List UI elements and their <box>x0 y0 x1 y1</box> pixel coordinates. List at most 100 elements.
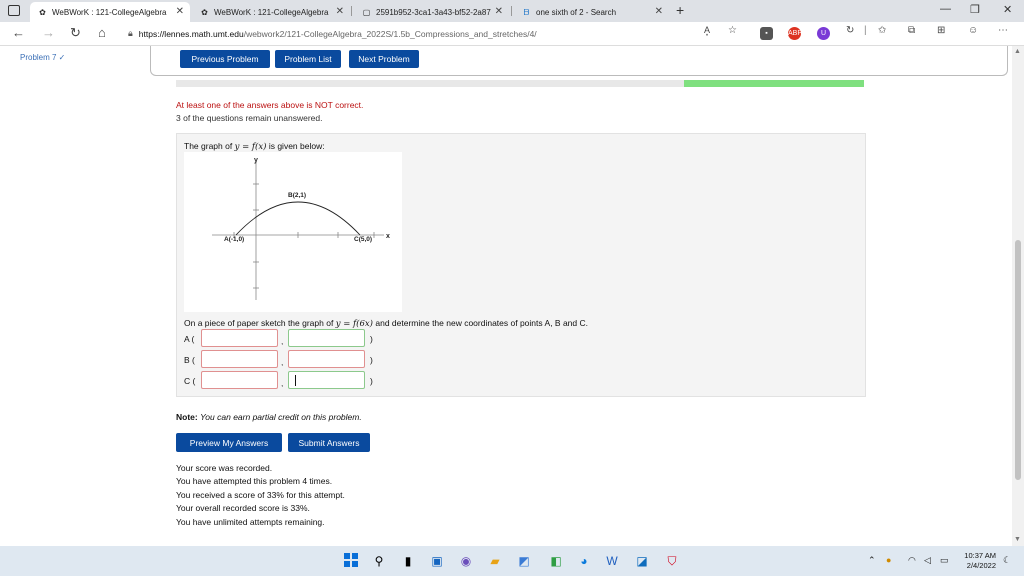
minimize-icon[interactable]: — <box>940 3 951 15</box>
wifi-icon[interactable]: ◠ <box>908 555 916 566</box>
outlook-icon[interactable]: ◪ <box>634 553 650 569</box>
x-axis-label: x <box>386 233 390 240</box>
tab-close-icon[interactable]: ✕ <box>495 6 503 17</box>
parabola-curve <box>235 201 361 236</box>
extension-u-icon[interactable]: U <box>817 27 830 40</box>
row-a-comma: , <box>281 336 284 346</box>
home-icon[interactable]: ⌂ <box>98 25 106 40</box>
score-line: You have attempted this problem 4 times. <box>176 476 333 486</box>
tab-bing-search[interactable]: ᗷ one sixth of 2 - Search ✕ <box>514 2 669 22</box>
adblock-plus-icon[interactable]: ABP <box>788 27 802 40</box>
search-icon[interactable]: ⚲ <box>371 553 387 569</box>
submit-answers-button[interactable]: Submit Answers <box>288 433 370 452</box>
instruction-math: y = f(6x) <box>335 319 373 329</box>
extensions-icon[interactable]: ⊞ <box>937 25 945 36</box>
answer-c-x-input[interactable] <box>201 371 278 389</box>
clock-date: 2/4/2022 <box>966 561 996 570</box>
widgets-icon[interactable]: ▣ <box>429 553 445 569</box>
row-c-close: ) <box>370 376 373 386</box>
window-close-icon[interactable]: ✕ <box>1003 3 1012 16</box>
intro-math: y = f(x) <box>234 142 267 152</box>
answer-a-y-input[interactable] <box>288 329 365 347</box>
page-scrollbar[interactable]: ▲ ▼ <box>1012 46 1024 546</box>
score-line: You received a score of 33% for this att… <box>176 490 345 500</box>
task-view-icon[interactable]: ▮ <box>400 553 416 569</box>
scrollbar-thumb[interactable] <box>1015 240 1021 480</box>
previous-problem-button[interactable]: Previous Problem <box>180 50 270 68</box>
y-axis-label: y <box>254 157 258 164</box>
window-menu-icon[interactable] <box>8 5 20 16</box>
app-icon[interactable]: ◧ <box>548 553 564 569</box>
forward-icon[interactable]: → <box>42 25 55 40</box>
results-table-strip <box>176 80 684 87</box>
answer-c-y-input[interactable] <box>288 371 365 389</box>
point-a-label: A(-1,0) <box>224 236 244 243</box>
bing-favicon-icon: ᗷ <box>523 7 530 17</box>
page-content: Problem 7 ✓ Previous Problem Problem Lis… <box>0 46 1012 546</box>
problem-body: The graph of y = f(x) is given below: y <box>176 133 866 397</box>
tab-close-icon[interactable]: ✕ <box>336 6 344 17</box>
row-a-label: A ( <box>184 334 195 344</box>
toolbar-divider: | <box>864 25 867 36</box>
back-icon[interactable]: ← <box>12 25 25 40</box>
row-a-close: ) <box>370 334 373 344</box>
refresh-extension-icon[interactable]: ↻ <box>846 25 854 36</box>
tray-app-icon[interactable]: ● <box>886 555 891 565</box>
score-line: Your overall recorded score is 33%. <box>176 503 310 513</box>
problem-list-button[interactable]: Problem List <box>275 50 341 68</box>
answer-b-y-input[interactable] <box>288 350 365 368</box>
next-problem-button[interactable]: Next Problem <box>349 50 419 68</box>
edge-browser-icon[interactable]: ◕ <box>576 553 592 569</box>
address-bar[interactable]: 🔒︎ https://lennes.math.umt.edu/webwork2/… <box>128 24 746 43</box>
collections-icon[interactable]: ⧉ <box>908 25 915 36</box>
file-explorer-icon[interactable]: ▰ <box>487 553 503 569</box>
tab-separator <box>511 6 512 16</box>
new-tab-icon[interactable]: + <box>676 2 684 18</box>
tab-title: one sixth of 2 - Search <box>536 7 617 17</box>
taskbar-clock[interactable]: 10:37 AM 2/4/2022 <box>960 551 996 571</box>
mcafee-shield-icon[interactable]: ⛉ <box>664 553 680 569</box>
row-c-comma: , <box>281 378 284 388</box>
note-text: You can earn partial credit on this prob… <box>200 412 362 422</box>
browser-toolbar: ← → ↻ ⌂ 🔒︎ https://lennes.math.umt.edu/w… <box>0 22 1024 46</box>
favorite-star-icon[interactable]: ☆ <box>728 25 737 36</box>
tab-title: 2591b952-3ca1-3a43-bf52-2a87 <box>376 7 491 17</box>
favorites-icon[interactable]: ✩ <box>878 25 886 36</box>
restore-icon[interactable]: ❐ <box>970 3 980 16</box>
answer-b-x-input[interactable] <box>201 350 278 368</box>
battery-icon[interactable]: ▭ <box>940 555 949 566</box>
read-aloud-icon[interactable]: A͈ <box>704 25 710 35</box>
start-icon[interactable] <box>343 553 359 569</box>
text-caret <box>295 375 296 386</box>
extension-icon[interactable]: ▪ <box>760 27 773 40</box>
correct-answer-cell <box>684 80 864 87</box>
scroll-up-icon[interactable]: ▲ <box>1014 48 1021 55</box>
store-icon[interactable]: ◩ <box>516 553 532 569</box>
answer-a-x-input[interactable] <box>201 329 278 347</box>
problem-nav-bar: Previous Problem Problem List Next Probl… <box>150 46 1008 76</box>
row-c-label: C ( <box>184 376 196 386</box>
url-host: https://lennes.math.umt.edu <box>138 28 244 39</box>
teams-chat-icon[interactable]: ◉ <box>458 553 474 569</box>
volume-icon[interactable]: ◁ <box>924 555 931 566</box>
word-icon[interactable]: W <box>604 553 620 569</box>
tab-close-icon[interactable]: ✕ <box>655 6 663 17</box>
tab-document[interactable]: ▢ 2591b952-3ca1-3a43-bf52-2a87 ✕ <box>354 2 509 22</box>
browser-tab-strip: ✿ WeBWorK : 121-CollegeAlgebra ✕ ✿ WeBWo… <box>0 0 1024 22</box>
note-label: Note: <box>176 412 198 422</box>
notifications-icon[interactable]: ☾ <box>1003 555 1011 566</box>
sidebar-problem-link[interactable]: Problem 7 ✓ <box>20 53 65 62</box>
refresh-icon[interactable]: ↻ <box>70 25 81 41</box>
preview-answers-button[interactable]: Preview My Answers <box>176 433 282 452</box>
tray-chevron-icon[interactable]: ⌃ <box>868 555 876 566</box>
profile-icon[interactable]: ☺ <box>968 25 978 36</box>
scroll-down-icon[interactable]: ▼ <box>1014 536 1021 543</box>
tab-webwork-active[interactable]: ✿ WeBWorK : 121-CollegeAlgebra ✕ <box>30 2 190 22</box>
tab-separator <box>351 6 352 16</box>
incorrect-message: At least one of the answers above is NOT… <box>176 100 364 110</box>
tab-title: WeBWorK : 121-CollegeAlgebra <box>52 7 167 17</box>
tab-webwork-2[interactable]: ✿ WeBWorK : 121-CollegeAlgebra ✕ <box>192 2 350 22</box>
tab-close-icon[interactable]: ✕ <box>176 6 184 17</box>
document-favicon-icon: ▢ <box>362 7 371 17</box>
more-menu-icon[interactable]: ⋯ <box>998 25 1008 36</box>
